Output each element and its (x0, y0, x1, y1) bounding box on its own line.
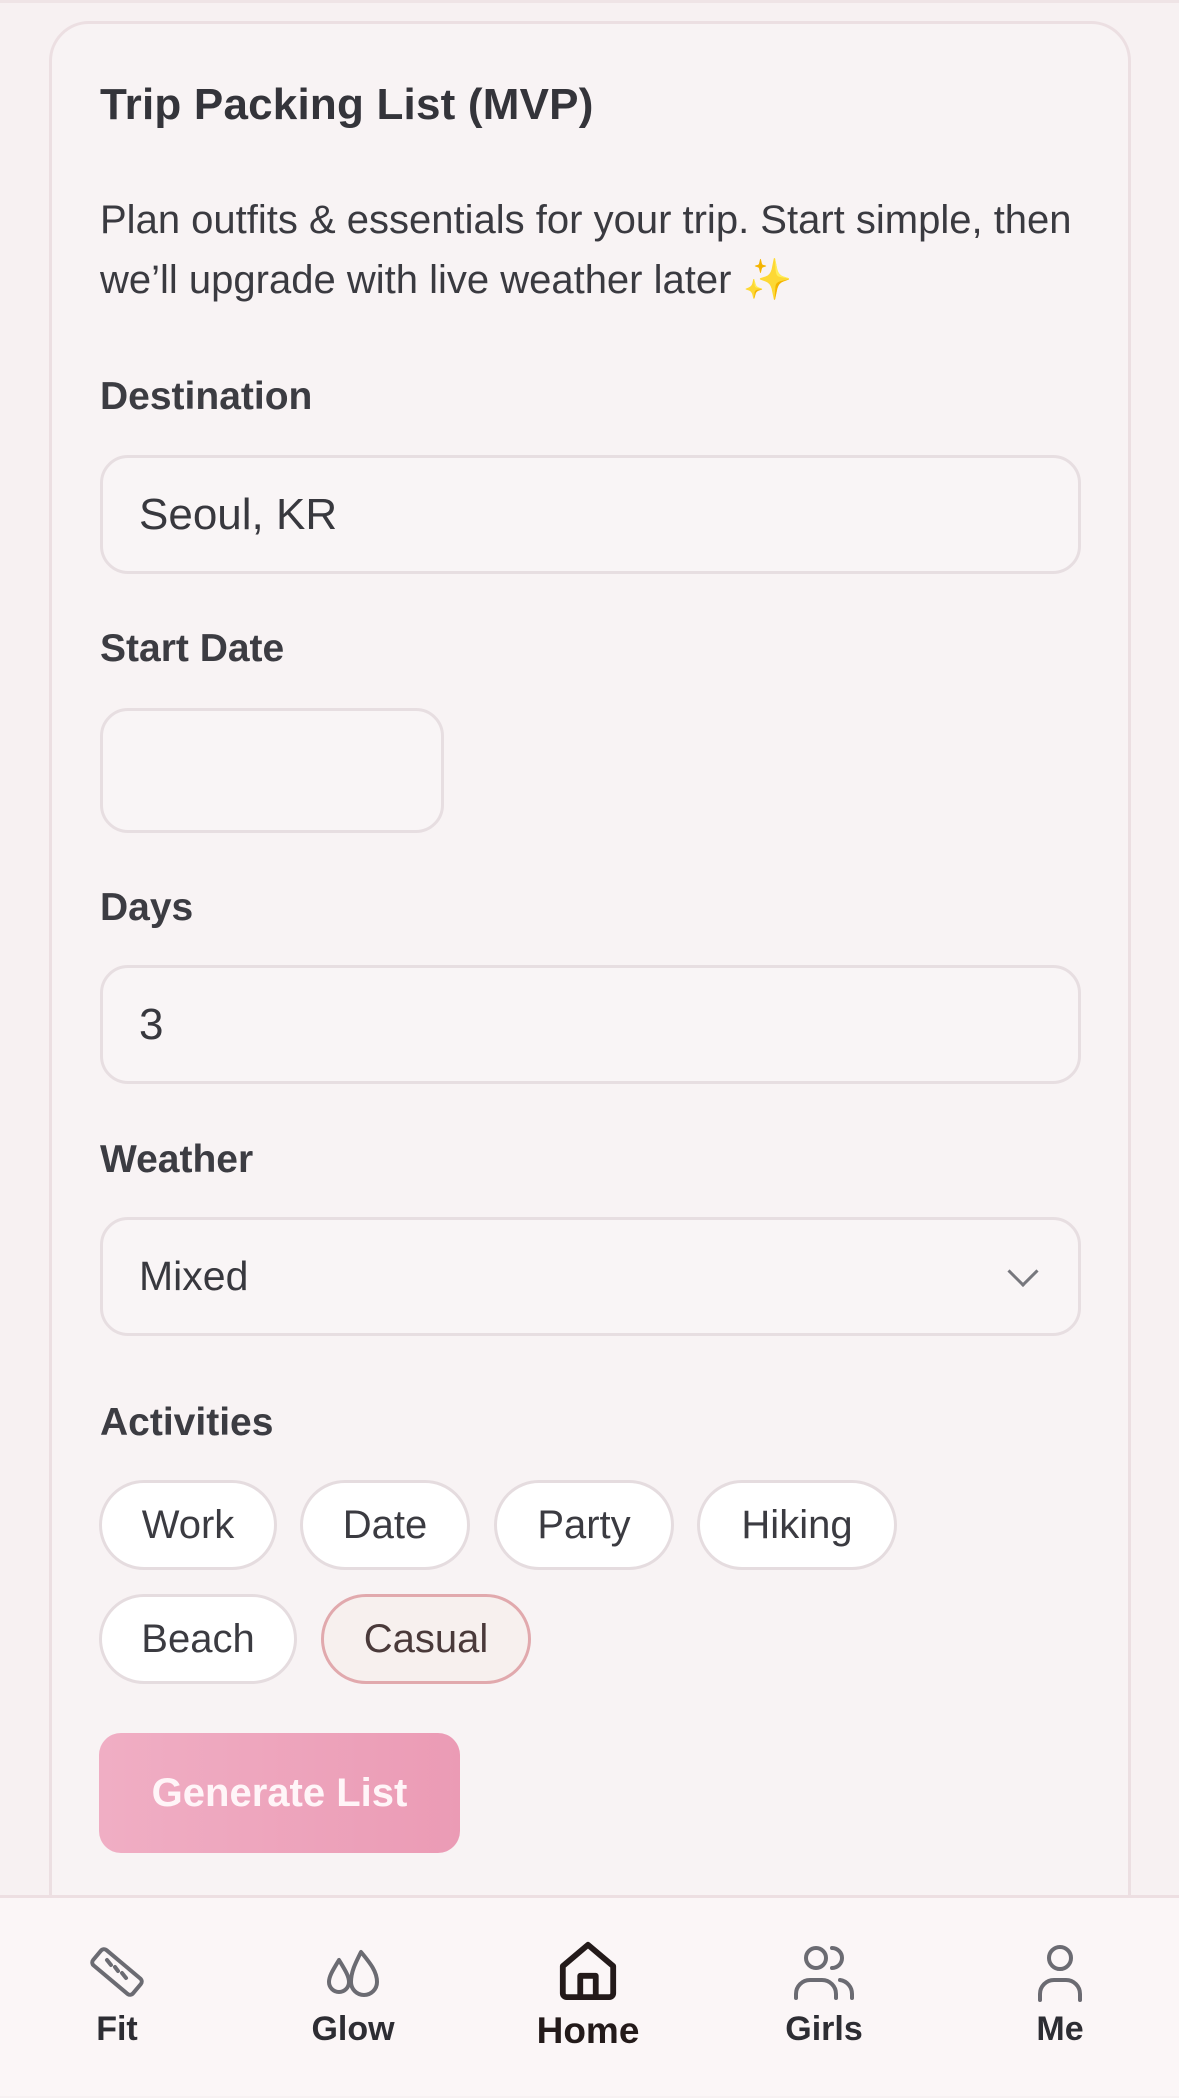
destination-value: Seoul, KR (139, 489, 338, 539)
activity-chip-beach[interactable]: Beach (99, 1594, 297, 1684)
days-value: 3 (139, 999, 164, 1049)
start-date-label: Start Date (100, 627, 285, 670)
chip-label: Party (537, 1502, 631, 1547)
destination-input[interactable]: Seoul, KR (100, 455, 1081, 574)
tab-label: Girls (785, 2010, 863, 2048)
tab-glow[interactable]: Glow (253, 1898, 453, 2098)
weather-value: Mixed (139, 1253, 249, 1299)
sparkle-icon: ✨ (742, 258, 793, 302)
destination-label: Destination (100, 375, 313, 418)
chip-label: Date (342, 1502, 428, 1547)
start-date-input[interactable] (100, 708, 444, 833)
chevron-down-icon (1007, 1255, 1039, 1287)
chip-label: Beach (141, 1616, 255, 1661)
activity-chip-work[interactable]: Work (99, 1480, 277, 1570)
weather-label: Weather (100, 1138, 254, 1181)
chip-label: Work (141, 1502, 235, 1547)
tab-me[interactable]: Me (960, 1898, 1160, 2098)
users-icon (794, 1946, 855, 2000)
activities-label: Activities (100, 1401, 274, 1444)
tab-home[interactable]: Home (488, 1898, 688, 2098)
chip-label: Casual (363, 1616, 489, 1661)
tab-girls[interactable]: Girls (724, 1898, 924, 2098)
tab-label: Me (1036, 2010, 1084, 2048)
tab-fit[interactable]: Fit (17, 1898, 217, 2098)
bottom-tab-bar: Fit Glow Home Girls Me (0, 1895, 1179, 2096)
ruler-icon (90, 1947, 144, 1997)
chip-label: Hiking (741, 1502, 853, 1547)
home-icon (559, 1941, 617, 2001)
activity-chip-date[interactable]: Date (300, 1480, 470, 1570)
activity-chip-hiking[interactable]: Hiking (697, 1480, 897, 1570)
tab-label: Glow (311, 2010, 395, 2048)
droplets-icon (327, 1950, 379, 1997)
activity-chip-casual[interactable]: Casual (321, 1594, 531, 1684)
top-divider (0, 0, 1179, 3)
description-text: Plan outfits & essentials for your trip.… (100, 198, 1072, 302)
user-icon (1038, 1945, 1082, 2002)
tab-label: Home (536, 2010, 640, 2051)
activity-chip-party[interactable]: Party (494, 1480, 674, 1570)
tab-label: Fit (96, 2010, 138, 2048)
card-description: Plan outfits & essentials for your trip.… (100, 190, 1080, 310)
days-input[interactable]: 3 (100, 965, 1081, 1084)
page-title: Trip Packing List (MVP) (100, 80, 594, 129)
generate-list-button[interactable]: Generate List (99, 1733, 460, 1853)
weather-select[interactable]: Mixed (100, 1217, 1081, 1336)
days-label: Days (100, 886, 194, 929)
